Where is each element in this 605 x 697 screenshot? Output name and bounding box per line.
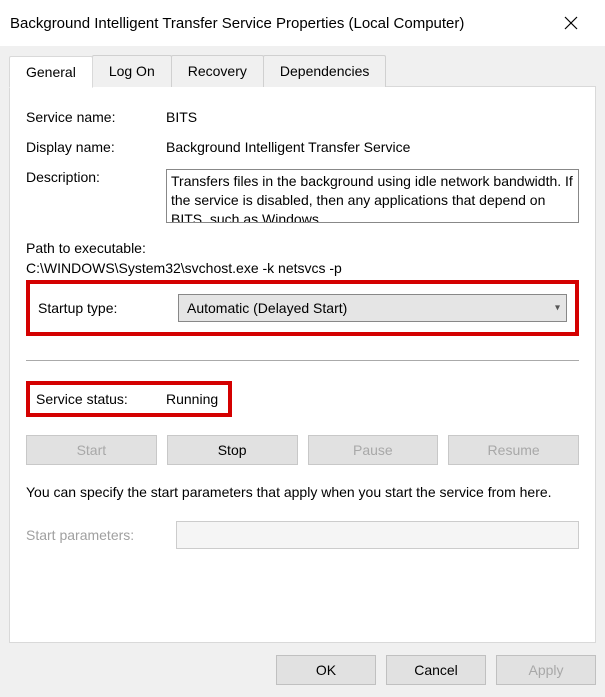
tab-panel-general: Service name: BITS Display name: Backgro… <box>9 86 596 643</box>
startup-highlight: Startup type: Automatic (Delayed Start) … <box>26 280 579 336</box>
window-title: Background Intelligent Transfer Service … <box>10 15 464 32</box>
start-button: Start <box>26 435 157 465</box>
display-name-label: Display name: <box>26 139 166 155</box>
description-label: Description: <box>26 169 166 185</box>
tab-strip: General Log On Recovery Dependencies <box>9 55 596 87</box>
start-params-label: Start parameters: <box>26 527 176 543</box>
path-value: C:\WINDOWS\System32\svchost.exe -k netsv… <box>26 260 579 276</box>
pause-button: Pause <box>308 435 439 465</box>
tab-dependencies[interactable]: Dependencies <box>263 55 387 87</box>
path-label: Path to executable: <box>26 240 579 256</box>
chevron-down-icon: ▾ <box>555 303 560 314</box>
service-status-label: Service status: <box>36 391 166 407</box>
startup-type-label: Startup type: <box>38 300 178 316</box>
resume-button: Resume <box>448 435 579 465</box>
close-icon <box>564 16 578 30</box>
cancel-button[interactable]: Cancel <box>386 655 486 685</box>
description-textarea[interactable] <box>166 169 579 223</box>
close-button[interactable] <box>551 8 591 38</box>
apply-button: Apply <box>496 655 596 685</box>
tab-general[interactable]: General <box>9 56 93 88</box>
service-status-value: Running <box>166 391 218 407</box>
service-name-value: BITS <box>166 109 579 125</box>
startup-type-value: Automatic (Delayed Start) <box>187 300 347 316</box>
tab-logon[interactable]: Log On <box>92 55 172 87</box>
tab-recovery[interactable]: Recovery <box>171 55 264 87</box>
display-name-value: Background Intelligent Transfer Service <box>166 139 579 155</box>
startup-type-select[interactable]: Automatic (Delayed Start) ▾ <box>178 294 567 322</box>
start-params-input <box>176 521 579 549</box>
ok-button[interactable]: OK <box>276 655 376 685</box>
divider <box>26 360 579 361</box>
start-params-note: You can specify the start parameters tha… <box>26 483 579 503</box>
service-name-label: Service name: <box>26 109 166 125</box>
status-highlight: Service status: Running <box>26 381 232 417</box>
stop-button[interactable]: Stop <box>167 435 298 465</box>
